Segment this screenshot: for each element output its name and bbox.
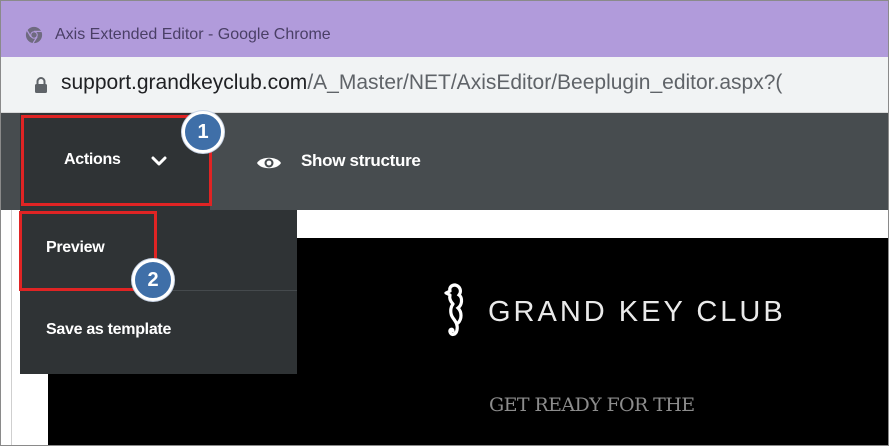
browser-window: Axis Extended Editor - Google Chrome sup… [0, 0, 889, 446]
editor-canvas-margin [1, 210, 12, 445]
url-host: support.grandkeyclub.com [61, 71, 308, 94]
email-tagline: GET READY FOR THE [489, 394, 695, 416]
step-badge-2: 2 [132, 259, 174, 301]
url-text[interactable]: support.grandkeyclub.com/A_Master/NET/Ax… [61, 71, 782, 95]
seahorse-logo [444, 283, 464, 337]
menu-item-save-as-template[interactable]: Save as template [46, 321, 171, 339]
url-path: /A_Master/NET/AxisEditor/Beeplugin_edito… [307, 71, 783, 94]
eye-icon[interactable] [256, 154, 282, 172]
window-title: Axis Extended Editor - Google Chrome [55, 26, 331, 43]
chrome-logo-icon [25, 26, 43, 44]
brand-name: GRAND KEY CLUB [488, 296, 786, 328]
step-badge-1: 1 [182, 111, 224, 153]
lock-icon[interactable] [34, 76, 48, 94]
show-structure-button[interactable]: Show structure [301, 151, 421, 171]
